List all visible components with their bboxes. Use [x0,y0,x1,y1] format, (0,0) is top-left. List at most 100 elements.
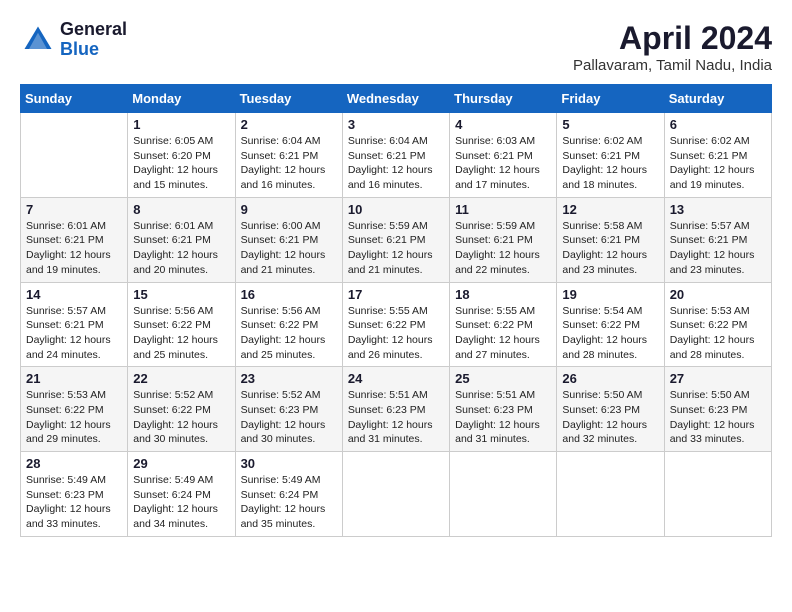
day-cell: 18 Sunrise: 5:55 AM Sunset: 6:22 PM Dayli… [450,282,557,367]
day-info: Sunrise: 6:01 AM Sunset: 6:21 PM Dayligh… [133,219,229,278]
day-cell: 3 Sunrise: 6:04 AM Sunset: 6:21 PM Daylig… [342,113,449,198]
day-info: Sunrise: 5:59 AM Sunset: 6:21 PM Dayligh… [455,219,551,278]
day-cell [21,113,128,198]
day-cell: 2 Sunrise: 6:04 AM Sunset: 6:21 PM Daylig… [235,113,342,198]
header-cell-sunday: Sunday [21,85,128,113]
day-cell: 6 Sunrise: 6:02 AM Sunset: 6:21 PM Daylig… [664,113,771,198]
header-cell-tuesday: Tuesday [235,85,342,113]
header-row: SundayMondayTuesdayWednesdayThursdayFrid… [21,85,772,113]
day-info: Sunrise: 5:49 AM Sunset: 6:24 PM Dayligh… [133,473,229,532]
day-number: 30 [241,456,337,471]
day-cell: 8 Sunrise: 6:01 AM Sunset: 6:21 PM Daylig… [128,197,235,282]
day-number: 15 [133,287,229,302]
day-info: Sunrise: 5:51 AM Sunset: 6:23 PM Dayligh… [348,388,444,447]
day-number: 26 [562,371,658,386]
day-number: 9 [241,202,337,217]
day-info: Sunrise: 5:49 AM Sunset: 6:23 PM Dayligh… [26,473,122,532]
day-cell: 20Sunrise: 5:53 AM Sunset: 6:22 PM Dayli… [664,282,771,367]
day-info: Sunrise: 5:55 AM Sunset: 6:22 PM Dayligh… [455,304,551,363]
day-cell: 21 Sunrise: 5:53 AM Sunset: 6:22 PM Dayli… [21,367,128,452]
day-number: 3 [348,117,444,132]
day-cell [557,452,664,537]
day-cell: 15 Sunrise: 5:56 AM Sunset: 6:22 PM Dayli… [128,282,235,367]
day-info: Sunrise: 5:56 AM Sunset: 6:22 PM Dayligh… [241,304,337,363]
day-number: 2 [241,117,337,132]
day-cell: 13Sunrise: 5:57 AM Sunset: 6:21 PM Dayli… [664,197,771,282]
day-info: Sunrise: 6:04 AM Sunset: 6:21 PM Dayligh… [348,134,444,193]
day-cell: 17 Sunrise: 5:55 AM Sunset: 6:22 PM Dayli… [342,282,449,367]
location-subtitle: Pallavaram, Tamil Nadu, India [573,57,772,74]
day-info: Sunrise: 6:02 AM Sunset: 6:21 PM Dayligh… [562,134,658,193]
day-cell: 5 Sunrise: 6:02 AM Sunset: 6:21 PM Daylig… [557,113,664,198]
day-cell: 26 Sunrise: 5:50 AM Sunset: 6:23 PM Dayli… [557,367,664,452]
day-number: 28 [26,456,122,471]
day-info: Sunrise: 5:59 AM Sunset: 6:21 PM Dayligh… [348,219,444,278]
week-row-3: 14 Sunrise: 5:57 AM Sunset: 6:21 PM Dayli… [21,282,772,367]
day-cell: 1 Sunrise: 6:05 AM Sunset: 6:20 PM Daylig… [128,113,235,198]
day-info: Sunrise: 5:55 AM Sunset: 6:22 PM Dayligh… [348,304,444,363]
day-info: Sunrise: 6:05 AM Sunset: 6:20 PM Dayligh… [133,134,229,193]
day-cell: 11 Sunrise: 5:59 AM Sunset: 6:21 PM Dayli… [450,197,557,282]
day-cell: 23Sunrise: 5:52 AM Sunset: 6:23 PM Dayli… [235,367,342,452]
day-cell: 12 Sunrise: 5:58 AM Sunset: 6:21 PM Dayli… [557,197,664,282]
day-info: Sunrise: 6:02 AM Sunset: 6:21 PM Dayligh… [670,134,766,193]
week-row-1: 1 Sunrise: 6:05 AM Sunset: 6:20 PM Daylig… [21,113,772,198]
day-number: 5 [562,117,658,132]
day-number: 8 [133,202,229,217]
day-info: Sunrise: 5:50 AM Sunset: 6:23 PM Dayligh… [562,388,658,447]
day-info: Sunrise: 5:49 AM Sunset: 6:24 PM Dayligh… [241,473,337,532]
day-number: 25 [455,371,551,386]
day-number: 7 [26,202,122,217]
day-info: Sunrise: 5:52 AM Sunset: 6:22 PM Dayligh… [133,388,229,447]
day-cell: 27Sunrise: 5:50 AM Sunset: 6:23 PM Dayli… [664,367,771,452]
day-cell: 7 Sunrise: 6:01 AM Sunset: 6:21 PM Daylig… [21,197,128,282]
day-cell [664,452,771,537]
day-info: Sunrise: 5:58 AM Sunset: 6:21 PM Dayligh… [562,219,658,278]
day-info: Sunrise: 5:51 AM Sunset: 6:23 PM Dayligh… [455,388,551,447]
day-number: 6 [670,117,766,132]
day-info: Sunrise: 5:53 AM Sunset: 6:22 PM Dayligh… [26,388,122,447]
day-cell: 29Sunrise: 5:49 AM Sunset: 6:24 PM Dayli… [128,452,235,537]
day-number: 20 [670,287,766,302]
logo-text: General Blue [60,20,127,60]
week-row-5: 28 Sunrise: 5:49 AM Sunset: 6:23 PM Dayli… [21,452,772,537]
day-cell: 14 Sunrise: 5:57 AM Sunset: 6:21 PM Dayli… [21,282,128,367]
day-info: Sunrise: 6:04 AM Sunset: 6:21 PM Dayligh… [241,134,337,193]
header-cell-thursday: Thursday [450,85,557,113]
day-number: 11 [455,202,551,217]
day-number: 12 [562,202,658,217]
logo-icon [20,22,56,58]
day-info: Sunrise: 6:01 AM Sunset: 6:21 PM Dayligh… [26,219,122,278]
day-number: 17 [348,287,444,302]
day-info: Sunrise: 6:03 AM Sunset: 6:21 PM Dayligh… [455,134,551,193]
week-row-4: 21 Sunrise: 5:53 AM Sunset: 6:22 PM Dayli… [21,367,772,452]
day-info: Sunrise: 6:00 AM Sunset: 6:21 PM Dayligh… [241,219,337,278]
day-cell: 30 Sunrise: 5:49 AM Sunset: 6:24 PM Dayli… [235,452,342,537]
day-number: 1 [133,117,229,132]
page-header: General Blue April 2024 Pallavaram, Tami… [20,20,772,74]
day-cell: 22Sunrise: 5:52 AM Sunset: 6:22 PM Dayli… [128,367,235,452]
day-number: 18 [455,287,551,302]
day-cell: 25 Sunrise: 5:51 AM Sunset: 6:23 PM Dayli… [450,367,557,452]
day-cell: 28 Sunrise: 5:49 AM Sunset: 6:23 PM Dayli… [21,452,128,537]
day-info: Sunrise: 5:56 AM Sunset: 6:22 PM Dayligh… [133,304,229,363]
day-cell: 16 Sunrise: 5:56 AM Sunset: 6:22 PM Dayli… [235,282,342,367]
day-number: 10 [348,202,444,217]
day-number: 21 [26,371,122,386]
day-number: 16 [241,287,337,302]
logo: General Blue [20,20,127,60]
day-info: Sunrise: 5:54 AM Sunset: 6:22 PM Dayligh… [562,304,658,363]
day-number: 4 [455,117,551,132]
title-block: April 2024 Pallavaram, Tamil Nadu, India [573,20,772,74]
day-info: Sunrise: 5:57 AM Sunset: 6:21 PM Dayligh… [26,304,122,363]
day-cell: 19 Sunrise: 5:54 AM Sunset: 6:22 PM Dayli… [557,282,664,367]
day-info: Sunrise: 5:57 AM Sunset: 6:21 PM Dayligh… [670,219,766,278]
day-number: 14 [26,287,122,302]
header-cell-saturday: Saturday [664,85,771,113]
day-number: 19 [562,287,658,302]
header-cell-wednesday: Wednesday [342,85,449,113]
header-cell-friday: Friday [557,85,664,113]
day-number: 24 [348,371,444,386]
day-info: Sunrise: 5:50 AM Sunset: 6:23 PM Dayligh… [670,388,766,447]
header-cell-monday: Monday [128,85,235,113]
